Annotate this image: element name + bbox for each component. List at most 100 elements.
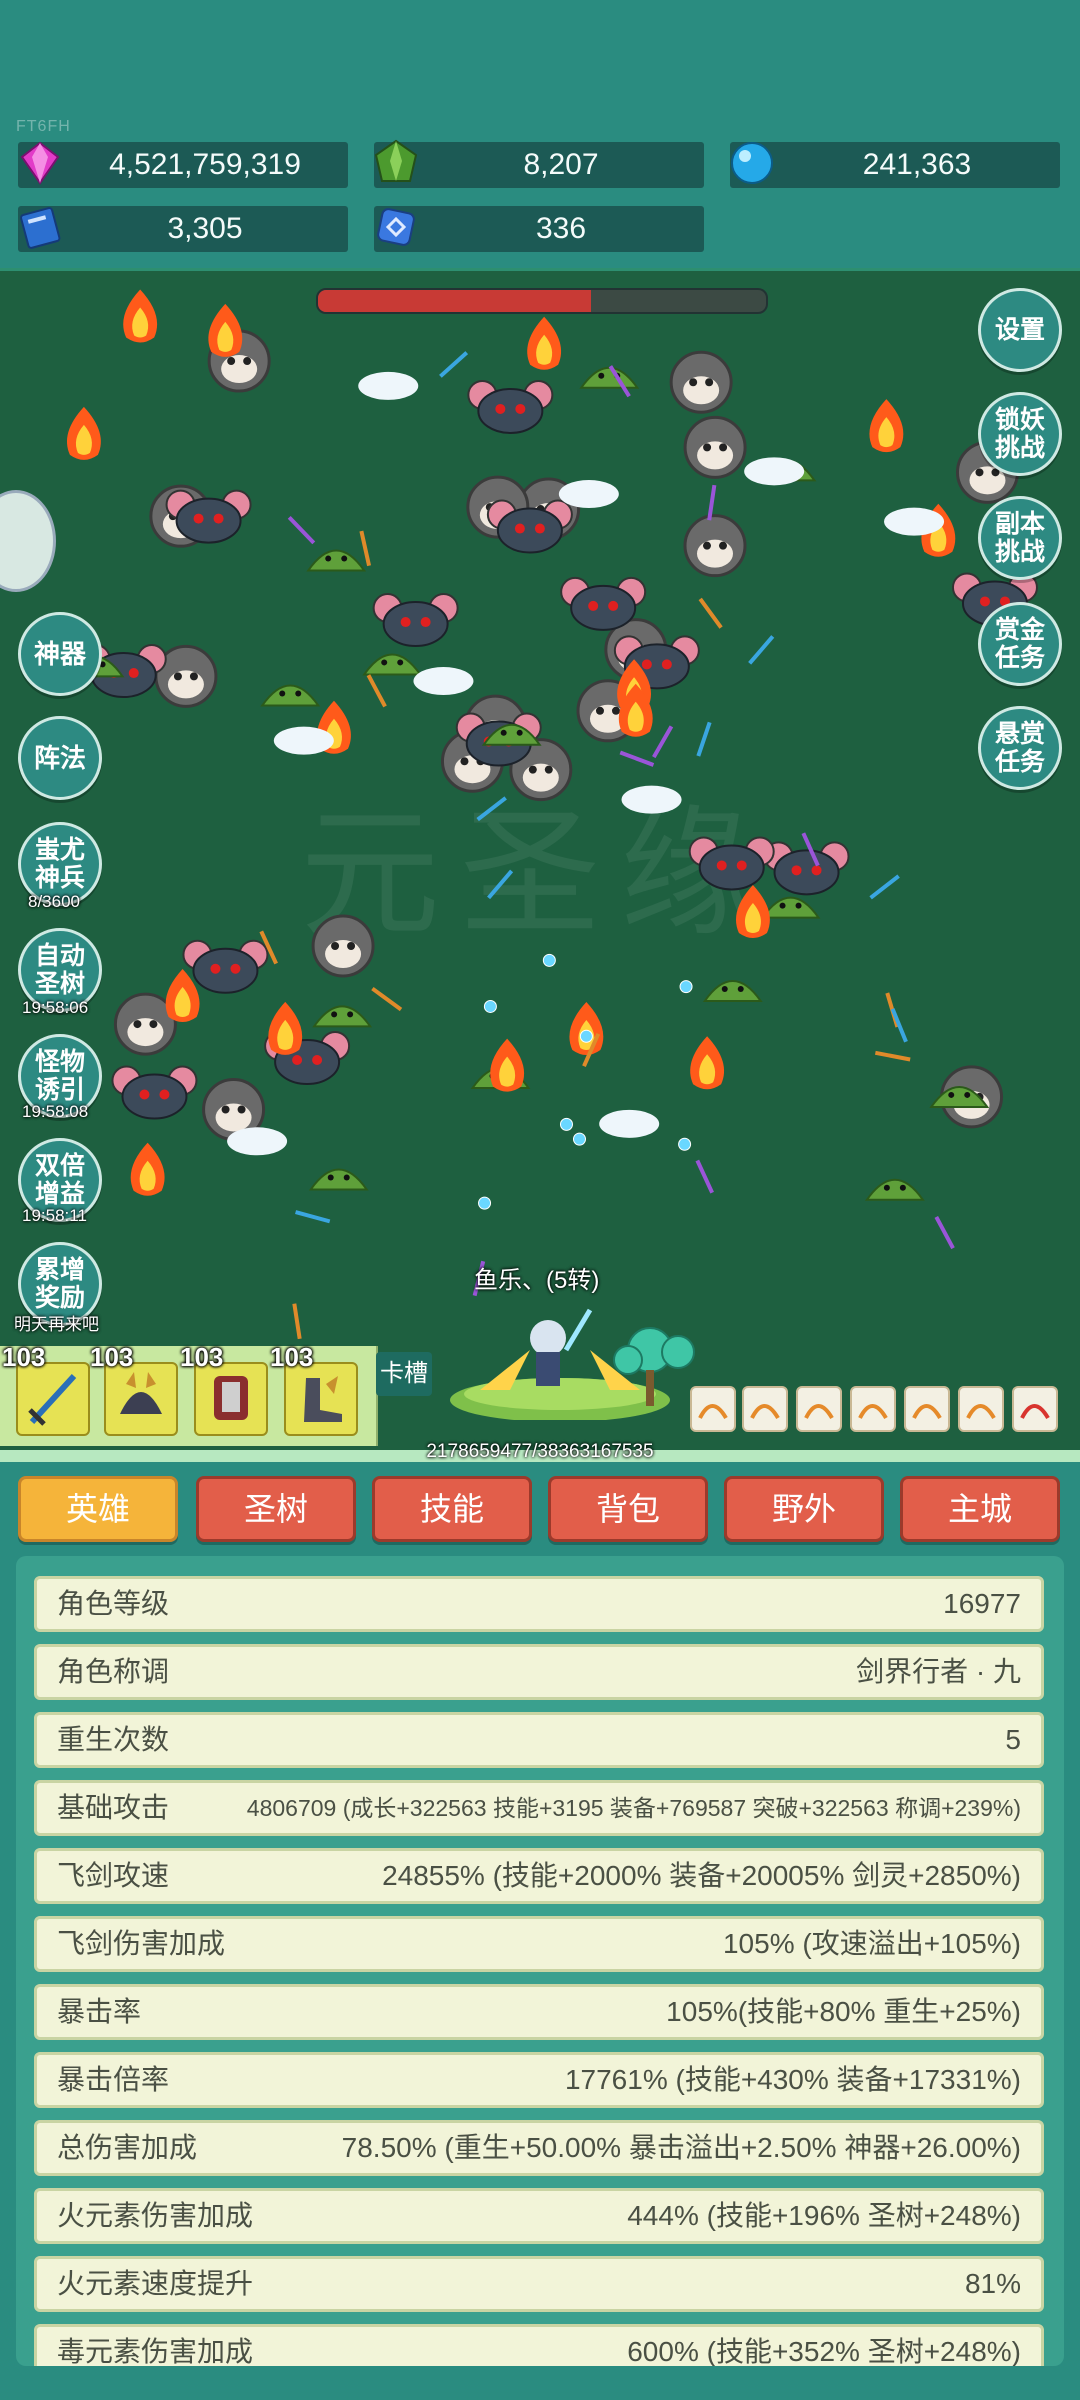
settings-button[interactable]: 设置: [978, 288, 1062, 372]
skill-icon[interactable]: [690, 1386, 736, 1432]
flying-sword: [698, 597, 723, 629]
stat-row-crit-multiplier: 暴击倍率 17761% (技能+430% 装备+17331%): [34, 2052, 1044, 2108]
green-slime-monster: [306, 549, 367, 572]
stat-row-base-attack: 基础攻击 4806709 (成长+322563 技能+3195 装备+769587…: [34, 1780, 1044, 1836]
tab-hero[interactable]: 英雄: [18, 1476, 178, 1542]
fire-effect: [569, 1002, 604, 1056]
flying-sword: [934, 1216, 955, 1250]
stat-row-fire-damage: 火元素伤害加成 444% (技能+196% 圣树+248%): [34, 2188, 1044, 2244]
stat-value: 600% (技能+352% 圣树+248%): [627, 2336, 1021, 2366]
stat-value: 5: [1005, 1724, 1021, 1755]
monster-lure-timer: 19:58:08: [22, 1102, 89, 1121]
auto-tree-timer: 19:58:06: [22, 998, 89, 1017]
energy-orb: [559, 1117, 573, 1131]
stat-value: 78.50% (重生+50.00% 暴击溢出+2.50% 神器+26.00%): [341, 2132, 1021, 2163]
flying-sword: [696, 721, 712, 757]
furry-monster: [669, 350, 733, 414]
green-crystal-value: 8,207: [523, 148, 599, 181]
skill-icon[interactable]: [742, 1386, 788, 1432]
mouse-monster: [467, 379, 554, 434]
formation-button[interactable]: 阵法: [18, 716, 102, 800]
bounty-mission-label: 赏金任务: [994, 616, 1045, 672]
flying-sword: [874, 1050, 911, 1062]
fire-effect: [208, 303, 243, 357]
bounty-mission-button[interactable]: 赏金任务: [978, 602, 1062, 686]
cloud-puff: [621, 785, 682, 814]
stat-value: 17761% (技能+430% 装备+17331%): [564, 2064, 1021, 2095]
blue-orb-counter: 241,363: [730, 142, 1060, 188]
tab-backpack[interactable]: 背包: [548, 1476, 708, 1542]
flying-sword: [371, 986, 403, 1012]
fire-effect: [690, 1036, 725, 1090]
flying-sword: [487, 869, 514, 900]
cloud-puff: [227, 1127, 288, 1156]
lock-demon-challenge-button[interactable]: 锁妖挑战: [978, 392, 1062, 476]
skill-icon[interactable]: [958, 1386, 1004, 1432]
blue-orb-icon: [731, 142, 773, 184]
skill-icon[interactable]: [904, 1386, 950, 1432]
stats-panel[interactable]: 角色等级 16977 角色称调 剑界行者 · 九 重生次数 5 基础攻击 4806709…: [16, 1556, 1064, 2366]
stat-row-rebirth: 重生次数 5: [34, 1712, 1044, 1768]
energy-orb: [478, 1196, 492, 1210]
flying-sword: [359, 530, 372, 567]
rune-counter: 336: [374, 206, 704, 252]
flying-sword: [292, 1303, 302, 1340]
tab-main-city[interactable]: 主城: [900, 1476, 1060, 1542]
blue-book-icon: [20, 207, 61, 249]
mouse-monster: [111, 1065, 198, 1120]
main-tabs: 英雄 圣树 技能 背包 野外 主城: [0, 1476, 1080, 1548]
green-slime-monster: [260, 684, 321, 707]
equip-slot-armor[interactable]: 103: [180, 1342, 268, 1436]
stat-label: 基础攻击: [57, 1792, 170, 1823]
cloud-puff: [413, 667, 474, 696]
skill-icon[interactable]: [850, 1386, 896, 1432]
stat-value: 105%(技能+80% 重生+25%): [666, 1996, 1021, 2027]
tab-holy-tree[interactable]: 圣树: [196, 1476, 356, 1542]
boots-icon: [304, 1376, 342, 1422]
stat-value: 105% (攻速溢出+105%): [722, 1928, 1021, 1959]
flying-sword: [619, 750, 655, 767]
helmet-icon: [120, 1372, 162, 1414]
green-slime-monster: [760, 896, 821, 919]
flying-sword: [748, 635, 775, 665]
flying-sword: [439, 351, 469, 378]
skill-icon[interactable]: [796, 1386, 842, 1432]
energy-orb: [542, 953, 556, 967]
stat-label: 飞剑伤害加成: [57, 1928, 226, 1959]
cloud-puff: [358, 371, 419, 400]
skill-icon[interactable]: [1012, 1386, 1058, 1432]
energy-orb: [483, 999, 497, 1013]
stat-row-total-damage: 总伤害加成 78.50% (重生+50.00% 暴击溢出+2.50% 神器+26.…: [34, 2120, 1044, 2176]
stat-label: 火元素速度提升: [57, 2268, 254, 2299]
stat-value: 16977: [943, 1588, 1021, 1619]
hero-sprite: [450, 1308, 695, 1420]
energy-orb: [579, 1029, 593, 1043]
gem-value: 4,521,759,319: [109, 148, 301, 181]
cumulative-reward-status: 明天再来吧: [14, 1315, 99, 1334]
card-slot-button[interactable]: 卡槽: [376, 1352, 432, 1396]
stat-value: 4806709 (成长+322563 技能+3195 装备+769587 突破+…: [246, 1795, 1021, 1821]
tab-wild[interactable]: 野外: [724, 1476, 884, 1542]
pink-gem-icon: [20, 141, 60, 185]
mouse-monster: [486, 499, 573, 554]
dungeon-challenge-button[interactable]: 副本挑战: [978, 496, 1062, 580]
furry-monster: [683, 514, 747, 578]
equip-slot-sword[interactable]: 103: [2, 1342, 90, 1436]
equip-slot-helmet[interactable]: 103: [90, 1342, 178, 1436]
stat-label: 暴击率: [57, 1996, 142, 2027]
stat-label: 毒元素伤害加成: [57, 2336, 254, 2366]
green-crystal-counter: 8,207: [374, 139, 704, 188]
reward-mission-button[interactable]: 悬赏任务: [978, 706, 1062, 790]
armor-icon: [214, 1376, 248, 1420]
fire-effect: [527, 316, 562, 370]
double-gain-label: 双倍增益: [34, 1152, 85, 1208]
mouse-monster: [372, 593, 459, 648]
equip-slot-boots[interactable]: 103: [270, 1342, 358, 1436]
flying-sword: [869, 874, 900, 900]
tab-skills[interactable]: 技能: [372, 1476, 532, 1542]
stat-label: 暴击倍率: [57, 2064, 170, 2095]
artifact-button[interactable]: 神器: [18, 612, 102, 696]
stat-row-sword-damage: 飞剑伤害加成 105% (攻速溢出+105%): [34, 1916, 1044, 1972]
green-slime-monster: [312, 1005, 373, 1028]
stat-row-fire-speed: 火元素速度提升 81%: [34, 2256, 1044, 2312]
